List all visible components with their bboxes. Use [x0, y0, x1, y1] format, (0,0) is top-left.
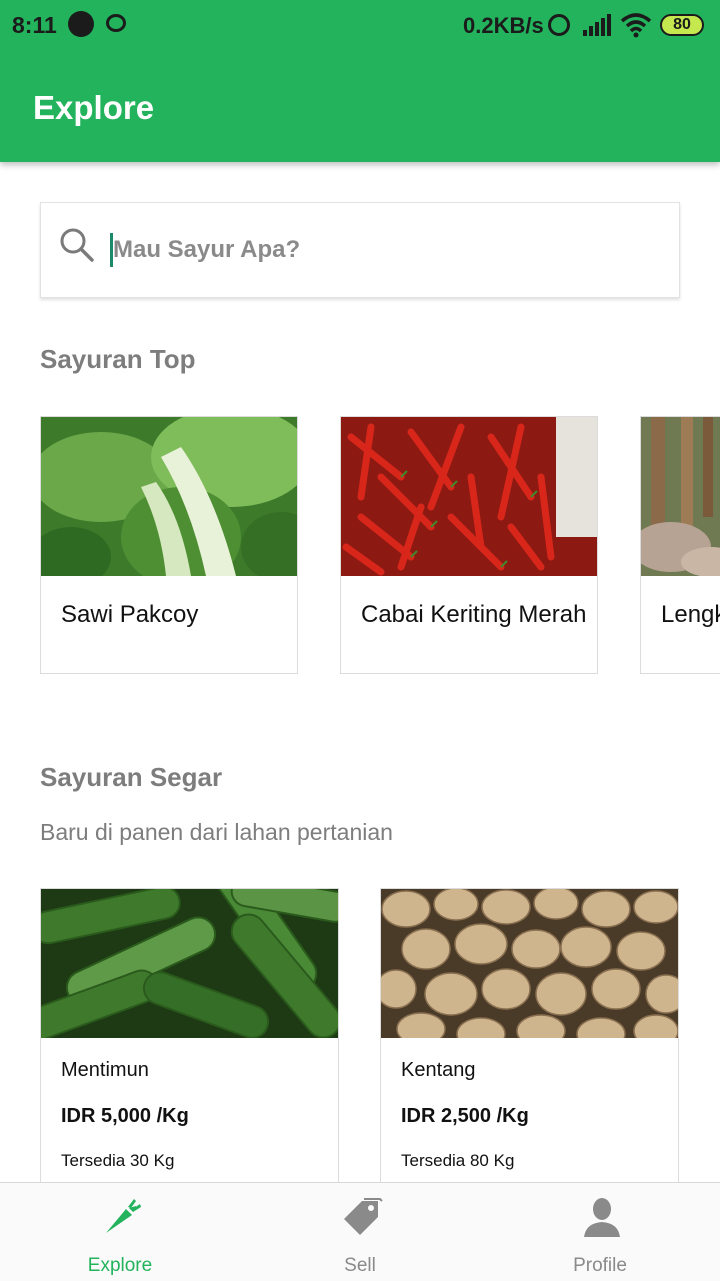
- search-bar[interactable]: [40, 202, 680, 298]
- carrot-icon: [106, 1199, 141, 1233]
- product-name: Cabai Keriting Merah: [361, 601, 587, 628]
- potato-photo: [381, 889, 678, 1038]
- network-speed: 0.2KB/s: [463, 13, 544, 38]
- product-price: IDR 5,000 /Kg: [61, 1105, 189, 1127]
- product-name: Lengk: [661, 601, 720, 628]
- signal-icon: [583, 14, 611, 36]
- status-bar: 8:11 0.2KB/s 80: [0, 0, 720, 52]
- section-title-sayuran-top: Sayuran Top: [40, 344, 196, 374]
- cucumber-photo: [41, 889, 338, 1038]
- red-chili-photo: [341, 417, 597, 576]
- product-card-cabai-keriting-merah[interactable]: Cabai Keriting Merah: [340, 416, 598, 674]
- notification-icon: [106, 14, 126, 32]
- nav-item-profile[interactable]: Profile: [480, 1183, 720, 1281]
- section-title-sayuran-segar: Sayuran Segar: [40, 762, 223, 792]
- status-time: 8:11: [12, 12, 57, 38]
- product-card-sawi-pakcoy[interactable]: Sawi Pakcoy: [40, 416, 298, 674]
- battery-indicator: 80: [660, 14, 704, 36]
- nav-item-sell[interactable]: Sell: [240, 1183, 480, 1281]
- tag-icon: [344, 1198, 383, 1235]
- nav-label: Sell: [344, 1255, 376, 1276]
- product-card-lengkuas[interactable]: Lengk: [640, 416, 720, 674]
- product-card-kentang[interactable]: Kentang IDR 2,500 /Kg Tersedia 80 Kg: [380, 888, 679, 1188]
- app-bar: 8:11 0.2KB/s 80 Explore: [0, 0, 720, 162]
- wifi-icon: [620, 13, 652, 38]
- nav-item-explore[interactable]: Explore: [0, 1183, 240, 1281]
- app-notification-icon: [68, 11, 94, 37]
- bottom-navigation: Explore Sell Profile: [0, 1182, 720, 1281]
- product-card-mentimun[interactable]: Mentimun IDR 5,000 /Kg Tersedia 30 Kg: [40, 888, 339, 1188]
- alarm-icon: [548, 14, 570, 36]
- top-vegetables-carousel[interactable]: Sawi Pakcoy Cabai Keriting Merah Lengk: [40, 416, 720, 678]
- nav-label: Profile: [573, 1255, 627, 1276]
- search-input[interactable]: [113, 227, 653, 273]
- product-stock: Tersedia 80 Kg: [401, 1151, 515, 1170]
- product-name: Kentang: [401, 1059, 476, 1081]
- person-icon: [584, 1198, 620, 1237]
- product-name: Mentimun: [61, 1059, 149, 1081]
- section-subtitle: Baru di panen dari lahan pertanian: [40, 819, 393, 845]
- nav-label: Explore: [87, 1255, 153, 1276]
- search-icon: [60, 228, 94, 262]
- pakcoy-photo: [41, 417, 297, 576]
- lengkuas-photo: [641, 417, 720, 576]
- product-stock: Tersedia 30 Kg: [61, 1151, 175, 1170]
- product-name: Sawi Pakcoy: [61, 601, 199, 628]
- page-title: Explore: [33, 89, 155, 126]
- product-price: IDR 2,500 /Kg: [401, 1105, 529, 1127]
